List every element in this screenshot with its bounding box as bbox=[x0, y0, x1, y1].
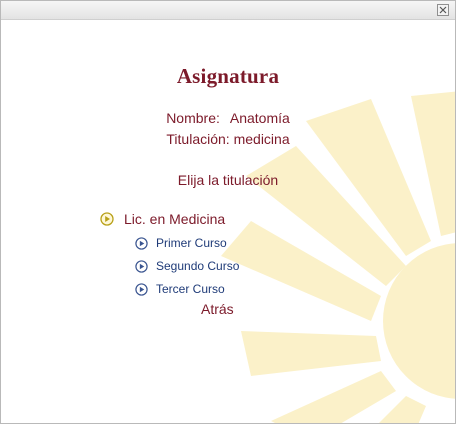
course-label: Primer Curso bbox=[156, 236, 227, 250]
course-link-primer[interactable]: Primer Curso bbox=[135, 235, 227, 251]
course-label: Segundo Curso bbox=[156, 259, 240, 273]
page-title: Asignatura bbox=[176, 64, 280, 88]
nombre-label: Nombre: bbox=[166, 110, 220, 126]
close-icon bbox=[439, 6, 447, 14]
select-degree-prompt: Elija la titulación bbox=[177, 172, 279, 188]
program-link-medicina[interactable]: Lic. en Medicina bbox=[100, 210, 225, 228]
play-circle-icon bbox=[135, 282, 148, 296]
window-titlebar bbox=[1, 1, 455, 20]
course-link-tercer[interactable]: Tercer Curso bbox=[135, 281, 225, 297]
main-content: Asignatura Nombre: Anatomía Titulación: m… bbox=[1, 19, 455, 423]
titulacion-label: Titulación: bbox=[166, 131, 230, 147]
close-button[interactable] bbox=[437, 4, 449, 16]
play-circle-icon bbox=[100, 212, 114, 226]
popup-window: Asignatura Nombre: Anatomía Titulación: m… bbox=[0, 0, 456, 424]
nombre-line: Nombre: Anatomía bbox=[1, 110, 455, 126]
program-label: Lic. en Medicina bbox=[124, 211, 226, 227]
back-link[interactable]: Atrás bbox=[201, 301, 234, 317]
nombre-value: Anatomía bbox=[229, 110, 290, 126]
titulacion-line: Titulación: medicina bbox=[1, 131, 455, 147]
play-circle-icon bbox=[135, 236, 148, 250]
course-label: Tercer Curso bbox=[156, 282, 225, 296]
course-link-segundo[interactable]: Segundo Curso bbox=[135, 258, 239, 274]
titulacion-value: medicina bbox=[233, 131, 290, 147]
play-circle-icon bbox=[135, 259, 148, 273]
